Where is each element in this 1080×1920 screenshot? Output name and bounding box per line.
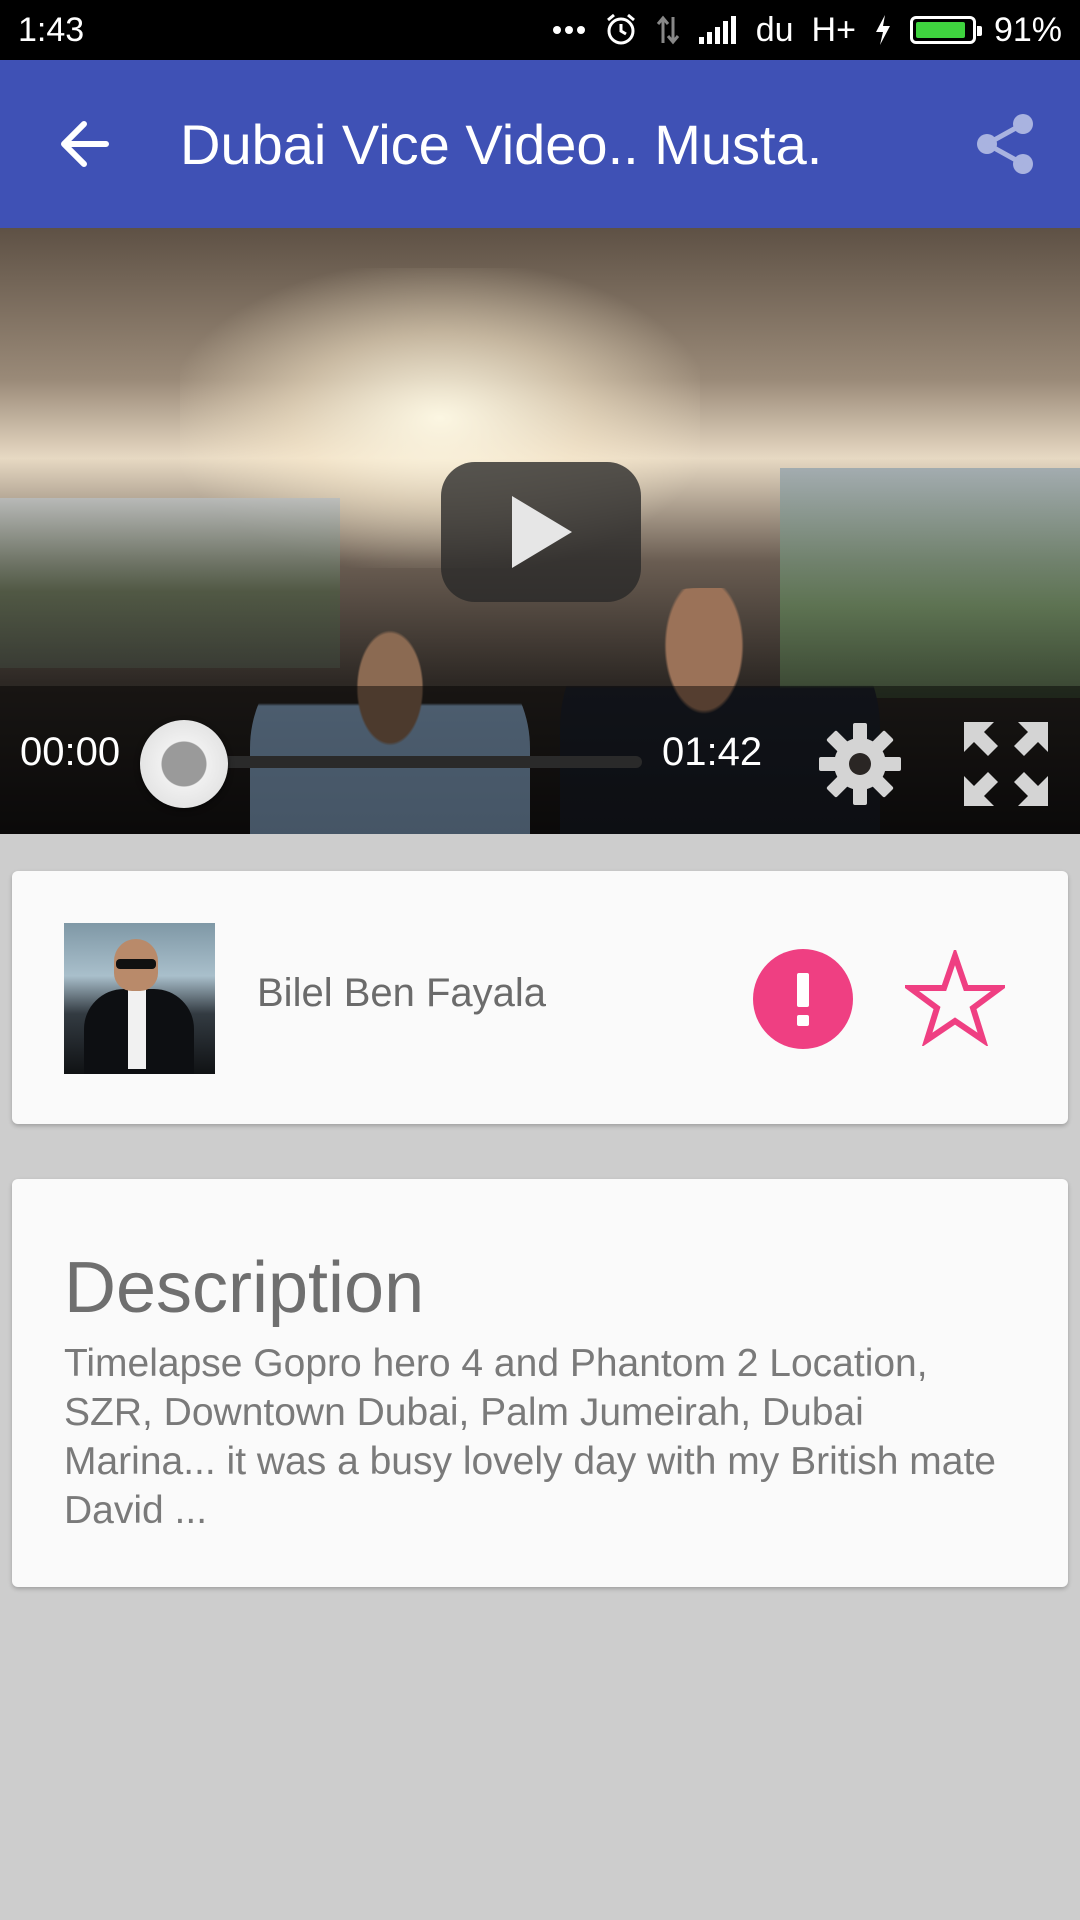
status-time: 1:43 [18, 10, 85, 49]
status-icons: du H+ 91% [552, 11, 1062, 50]
share-button[interactable] [930, 60, 1080, 228]
description-body: Timelapse Gopro hero 4 and Phantom 2 Loc… [64, 1342, 996, 1532]
app-bar: Dubai Vice Video.. Musta. [0, 60, 1080, 228]
back-button[interactable] [0, 60, 168, 228]
exclamation-icon [797, 973, 809, 1026]
battery-icon [909, 16, 982, 44]
data-arrows-icon [656, 13, 680, 47]
share-icon [977, 114, 1033, 174]
more-icon [552, 24, 586, 36]
total-time: 01:42 [662, 730, 763, 774]
carrier-label: du [755, 10, 794, 49]
network-label: H+ [811, 10, 856, 49]
battery-percent: 91% [993, 10, 1062, 49]
alarm-icon [604, 13, 638, 47]
favorite-button[interactable] [900, 943, 1010, 1053]
fullscreen-button[interactable] [956, 716, 1056, 812]
seek-thumb[interactable] [140, 720, 228, 808]
signal-icon [698, 15, 738, 45]
author-card: Bilel Ben Fayala [12, 871, 1068, 1124]
description-title: Description [64, 1248, 425, 1328]
video-player[interactable]: 00:00 01:42 [0, 228, 1080, 834]
avatar-shirt [128, 989, 146, 1069]
play-icon [512, 496, 572, 568]
author-name[interactable]: Bilel Ben Fayala [257, 971, 546, 1016]
avatar-sunglasses [116, 959, 156, 969]
page-title: Dubai Vice Video.. Musta. [180, 112, 823, 176]
star-outline-icon [905, 950, 1005, 1046]
report-button[interactable] [753, 949, 853, 1049]
fullscreen-icon [964, 722, 1048, 806]
avatar[interactable] [64, 923, 215, 1074]
gear-icon [819, 723, 901, 805]
description-card: Description Timelapse Gopro hero 4 and P… [12, 1179, 1068, 1587]
player-controls: 00:00 01:42 [0, 686, 1080, 834]
arrow-left-icon [61, 121, 109, 167]
status-bar: 1:43 du H+ 91% [0, 0, 1080, 60]
battery-fill [915, 22, 966, 38]
charging-icon [874, 14, 892, 46]
seek-bar[interactable] [180, 756, 642, 768]
video-frame-street [0, 498, 340, 668]
current-time: 00:00 [20, 730, 121, 774]
play-button[interactable] [441, 462, 641, 602]
settings-button[interactable] [812, 716, 908, 812]
